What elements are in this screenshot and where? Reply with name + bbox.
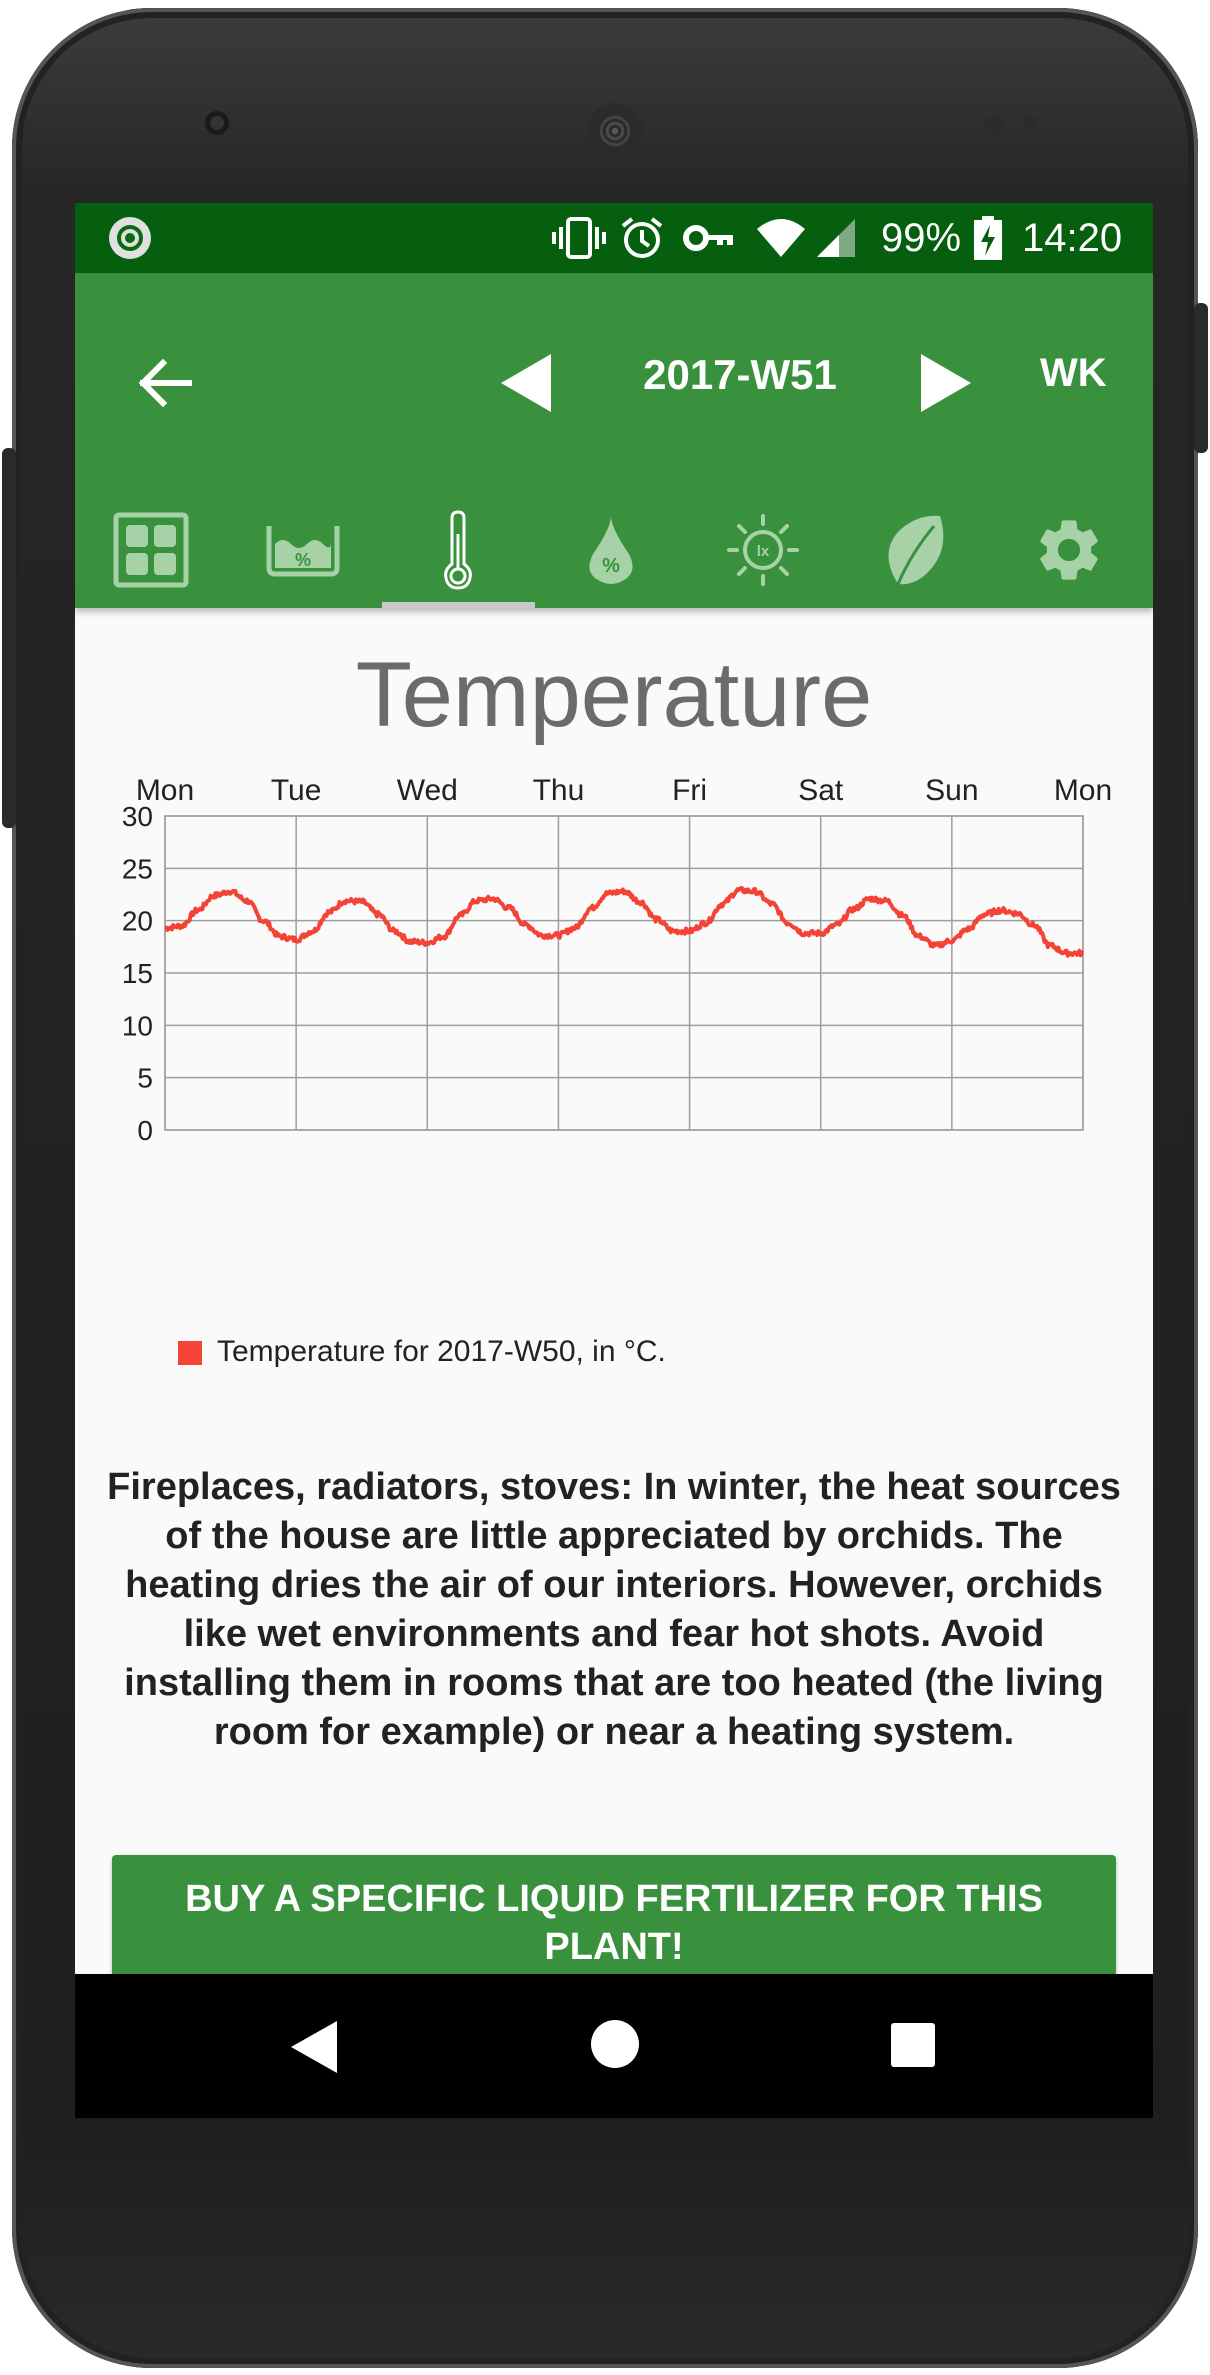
battery-charging-icon	[974, 216, 1002, 260]
x-tick-label: Tue	[271, 774, 322, 807]
clock-time: 14:20	[1022, 216, 1123, 260]
x-tick-label: Sun	[925, 774, 978, 807]
battery-percentage: 99%	[881, 216, 962, 260]
period-toggle-button[interactable]: WK	[1040, 351, 1107, 396]
buy-fertilizer-label: BUY A SPECIFIC LIQUID FERTILIZER FOR THI…	[185, 1878, 1043, 1968]
tab-nutrients[interactable]	[840, 493, 992, 607]
buy-fertilizer-button[interactable]: BUY A SPECIFIC LIQUID FERTILIZER FOR THI…	[112, 1855, 1116, 1985]
leaf-icon	[888, 515, 944, 585]
vpn-key-icon	[683, 225, 733, 251]
light-sensor	[1024, 116, 1038, 130]
svg-text:lx: lx	[757, 543, 770, 560]
y-tick-label: 10	[122, 1010, 153, 1041]
dashboard-grid-icon	[113, 512, 189, 588]
next-week-button[interactable]	[907, 348, 977, 418]
nav-back-icon[interactable]	[287, 2019, 341, 2075]
svg-text:%: %	[602, 555, 620, 577]
status-bar: 99% 14:20	[75, 203, 1153, 273]
x-tick-label: Wed	[397, 774, 458, 807]
cell-signal-icon	[817, 219, 855, 257]
soil-moisture-icon: %	[266, 526, 340, 577]
front-camera-icon	[205, 111, 229, 135]
power-button	[1194, 303, 1208, 453]
y-tick-label: 5	[137, 1063, 153, 1094]
page-title: Temperature	[355, 644, 873, 746]
navigation-bar	[75, 1974, 1153, 2118]
settings-gear-icon	[1040, 520, 1098, 580]
x-tick-label: Thu	[533, 774, 585, 807]
x-tick-label: Mon	[1054, 774, 1112, 807]
tab-light[interactable]: lx	[687, 493, 839, 607]
x-tick-label: Mon	[136, 774, 194, 807]
temperature-series-line	[164, 885, 1085, 958]
y-tick-label: 20	[122, 906, 153, 937]
thermometer-icon	[444, 510, 472, 590]
x-tick-label: Sat	[798, 774, 844, 807]
light-lux-icon: lx	[727, 514, 799, 586]
tab-settings[interactable]	[993, 493, 1145, 607]
week-label: 2017-W51	[643, 351, 837, 398]
svg-text:%: %	[295, 550, 311, 570]
volume-button	[2, 448, 16, 828]
arrow-back-icon[interactable]	[125, 343, 205, 423]
screen: 99% 14:20 2017-W51 WK % % lx Temperature…	[75, 203, 1153, 2118]
app-notification-icon	[109, 217, 151, 259]
alarm-icon	[621, 217, 663, 258]
nav-recents-icon[interactable]	[890, 2022, 936, 2068]
vibrate-icon	[552, 217, 606, 259]
tab-dashboard[interactable]	[75, 493, 227, 607]
legend-label: Temperature for 2017-W50, in °C.	[217, 1335, 666, 1368]
tab-humidity[interactable]: %	[535, 493, 687, 607]
wifi-icon	[757, 219, 805, 257]
x-tick-label: Fri	[672, 774, 707, 807]
y-tick-label: 15	[122, 958, 153, 989]
y-tick-label: 25	[122, 853, 153, 884]
tab-temperature[interactable]	[382, 493, 534, 607]
info-paragraph: Fireplaces, radiators, stoves: In winter…	[107, 1466, 1121, 1753]
proximity-sensor	[984, 116, 1002, 134]
y-tick-label: 0	[137, 1115, 153, 1146]
selected-tab-indicator	[382, 602, 535, 608]
phone-frame: 99% 14:20 2017-W51 WK % % lx Temperature…	[2, 8, 1208, 2368]
previous-week-button[interactable]	[495, 348, 565, 418]
earpiece-speaker	[587, 103, 643, 159]
tab-soil-moisture[interactable]: %	[227, 493, 379, 607]
legend-swatch	[178, 1341, 202, 1365]
temperature-chart: 051015202530Mon Tue Wed Thu Fri Sat Sun Mon	[122, 774, 1112, 1146]
nav-home-icon[interactable]	[589, 2018, 641, 2070]
humidity-drop-icon: %	[589, 516, 633, 584]
app-bar: 2017-W51 WK % % lx	[75, 273, 1153, 608]
